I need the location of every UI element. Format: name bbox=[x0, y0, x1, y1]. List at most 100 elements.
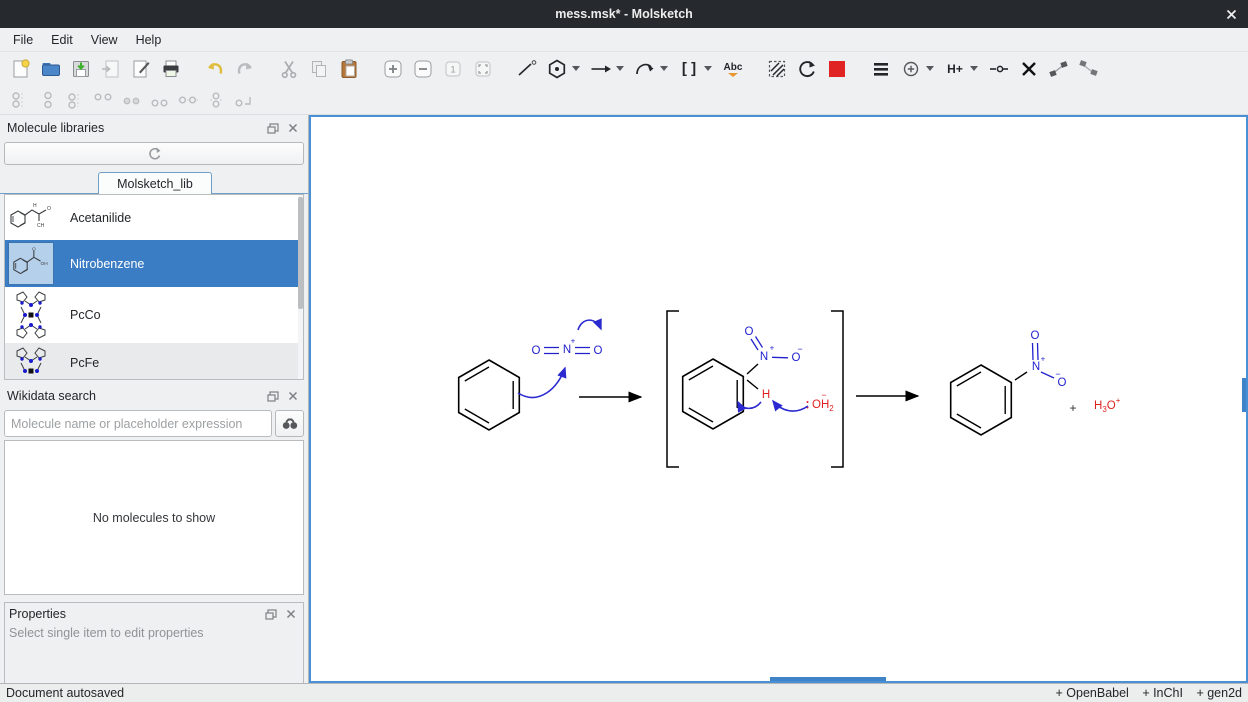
ring-tool-button[interactable] bbox=[544, 56, 570, 82]
mechanism-arrow-no-bond[interactable] bbox=[578, 320, 601, 330]
menu-view[interactable]: View bbox=[82, 30, 127, 50]
align-bottom-button[interactable] bbox=[8, 89, 32, 111]
svg-text:−[interactable]: − bbox=[797, 344, 802, 354]
nitrobenzene-product[interactable]: N + O O − bbox=[951, 330, 1067, 435]
wikidata-search-button[interactable] bbox=[275, 410, 304, 437]
new-document-button[interactable] bbox=[8, 56, 34, 82]
undo-button[interactable] bbox=[202, 56, 228, 82]
delete-tool-button[interactable] bbox=[1016, 56, 1042, 82]
svg-text:O[interactable]: O bbox=[532, 345, 541, 357]
svg-text:H[interactable]: H bbox=[762, 389, 770, 401]
print-button[interactable] bbox=[158, 56, 184, 82]
library-refresh-button[interactable] bbox=[4, 142, 304, 165]
text-tool-button[interactable]: Abc bbox=[720, 56, 746, 82]
menu-edit[interactable]: Edit bbox=[42, 30, 82, 50]
import-button[interactable] bbox=[98, 56, 124, 82]
canvas-horizontal-scrollbar-thumb[interactable] bbox=[770, 677, 886, 681]
zoom-in-button[interactable] bbox=[380, 56, 406, 82]
close-panel-icon bbox=[286, 609, 296, 619]
align-top-button[interactable] bbox=[64, 89, 88, 111]
hydrogen-tool-button[interactable]: H+ bbox=[942, 56, 968, 82]
mechanism-arrow-water-to-h[interactable] bbox=[773, 401, 808, 411]
water-molecule[interactable]: OH2 − bbox=[807, 390, 835, 413]
libraries-close-button[interactable] bbox=[285, 121, 301, 135]
line-width-button[interactable] bbox=[868, 56, 894, 82]
arenium-intermediate[interactable]: O N + O − H bbox=[683, 326, 803, 429]
svg-text:−[interactable]: − bbox=[821, 390, 826, 400]
zoom-fit-button[interactable] bbox=[470, 56, 496, 82]
distribute-horizontal-button[interactable] bbox=[176, 89, 200, 111]
wikidata-float-button[interactable] bbox=[265, 389, 281, 403]
align-right-button[interactable] bbox=[148, 89, 172, 111]
brackets-tool-button[interactable]: [ ] bbox=[676, 56, 702, 82]
redo-button[interactable] bbox=[232, 56, 258, 82]
svg-text:−[interactable]: − bbox=[1055, 369, 1060, 379]
properties-close-button[interactable] bbox=[283, 607, 299, 621]
library-item-pcfe[interactable]: PcFe bbox=[5, 343, 303, 380]
hatch-selection-button[interactable] bbox=[764, 56, 790, 82]
ring-tool-dropdown-icon[interactable] bbox=[572, 66, 580, 71]
brackets-dropdown-icon[interactable] bbox=[704, 66, 712, 71]
left-bracket[interactable] bbox=[667, 311, 679, 467]
zoom-original-button[interactable]: 1 bbox=[440, 56, 466, 82]
mechanism-arrow-dropdown-icon[interactable] bbox=[660, 66, 668, 71]
properties-float-button[interactable] bbox=[263, 607, 279, 621]
wikidata-search-input[interactable] bbox=[4, 410, 272, 437]
svg-text:+[interactable]: + bbox=[571, 337, 576, 346]
svg-text:O[interactable]: O bbox=[594, 345, 603, 357]
menu-file[interactable]: File bbox=[4, 30, 42, 50]
library-item-acetanilide[interactable]: H O CH Acetanilide bbox=[5, 195, 303, 240]
rotate-tool-button[interactable] bbox=[794, 56, 820, 82]
reaction-arrow-dropdown-icon[interactable] bbox=[616, 66, 624, 71]
wikidata-close-button[interactable] bbox=[285, 389, 301, 403]
nitronium-ion[interactable]: O N + O bbox=[532, 337, 603, 358]
tab-molsketch-lib[interactable]: Molsketch_lib bbox=[98, 172, 212, 194]
cut-button[interactable] bbox=[276, 56, 302, 82]
hydrogen-dropdown-icon[interactable] bbox=[970, 66, 978, 71]
window-close-button[interactable] bbox=[1224, 7, 1238, 21]
flip-vertical-button[interactable] bbox=[1076, 56, 1102, 82]
libraries-float-button[interactable] bbox=[265, 121, 281, 135]
mechanism-arrow-benzene-to-nitronium[interactable] bbox=[518, 368, 565, 397]
svg-text:N[interactable]: N bbox=[563, 344, 571, 356]
svg-text:H3O+[interactable]: H3O+ bbox=[1094, 396, 1121, 414]
library-item-pcco[interactable]: PcCo bbox=[5, 287, 303, 343]
paste-button[interactable] bbox=[336, 56, 362, 82]
library-scrollbar[interactable] bbox=[298, 195, 303, 379]
flip-horizontal-button[interactable] bbox=[1046, 56, 1072, 82]
menu-help[interactable]: Help bbox=[127, 30, 171, 50]
export-button[interactable] bbox=[128, 56, 154, 82]
canvas-vertical-scrollbar-thumb[interactable] bbox=[1242, 378, 1246, 412]
drawing-canvas[interactable]: O N + O O N + bbox=[311, 117, 1246, 681]
reaction-arrow-button[interactable] bbox=[588, 56, 614, 82]
save-button[interactable] bbox=[68, 56, 94, 82]
mechanism-arrow-button[interactable] bbox=[632, 56, 658, 82]
svg-text:OH2[interactable]: OH2 bbox=[812, 399, 834, 413]
align-horizontal-center-button[interactable] bbox=[120, 89, 144, 111]
svg-text:+[interactable]: + bbox=[770, 344, 775, 353]
mechanism-arrow-ch-to-ring[interactable] bbox=[738, 402, 761, 408]
distribute-vertical-button[interactable] bbox=[204, 89, 228, 111]
align-vertical-center-button[interactable] bbox=[36, 89, 60, 111]
hydronium-ion[interactable]: H3O+ bbox=[1094, 396, 1121, 414]
library-scrollbar-thumb[interactable] bbox=[298, 197, 303, 309]
benzene-molecule[interactable] bbox=[459, 360, 520, 430]
library-item-nitrobenzene[interactable]: O OH Nitrobenzene bbox=[5, 240, 303, 287]
svg-text:N[interactable]: N bbox=[760, 351, 768, 363]
zoom-out-button[interactable] bbox=[410, 56, 436, 82]
svg-text:O[interactable]: O bbox=[1031, 330, 1040, 342]
color-swatch-button[interactable] bbox=[824, 56, 850, 82]
align-top-icon bbox=[66, 91, 86, 109]
svg-text:O[interactable]: O bbox=[745, 326, 754, 338]
charge-tool-button[interactable] bbox=[898, 56, 924, 82]
charge-dropdown-icon[interactable] bbox=[926, 66, 934, 71]
right-bracket[interactable] bbox=[831, 311, 843, 467]
lone-pair-tool-button[interactable] bbox=[986, 56, 1012, 82]
align-angle-button[interactable] bbox=[232, 89, 256, 111]
svg-text:+[interactable]: + bbox=[1041, 355, 1046, 364]
svg-text:N[interactable]: N bbox=[1032, 361, 1040, 373]
draw-bond-button[interactable] bbox=[514, 56, 540, 82]
align-left-button[interactable] bbox=[92, 89, 116, 111]
open-button[interactable] bbox=[38, 56, 64, 82]
copy-button[interactable] bbox=[306, 56, 332, 82]
